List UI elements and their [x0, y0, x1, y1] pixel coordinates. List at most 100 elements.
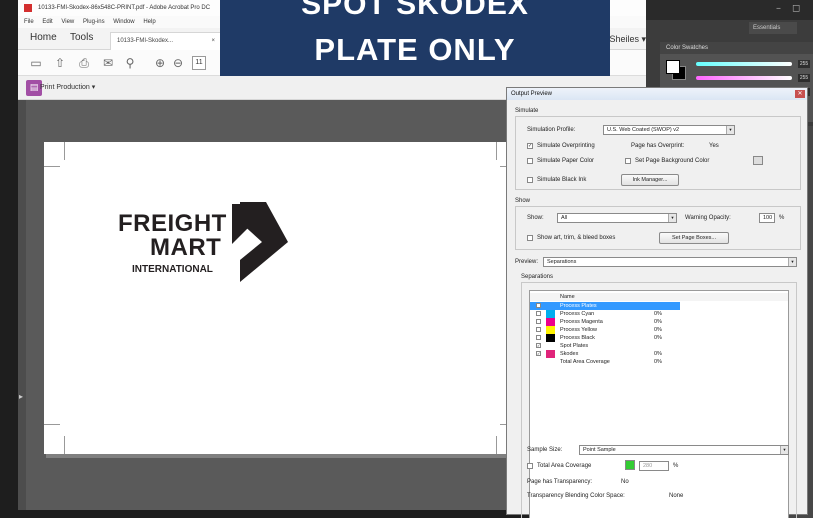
- page-has-overprint-value: Yes: [709, 143, 719, 149]
- column-header-name[interactable]: Name: [560, 293, 575, 301]
- warning-opacity-unit: %: [779, 215, 785, 221]
- page-has-transparency-label: Page has Transparency:: [527, 479, 593, 485]
- simulation-profile-value: U.S. Web Coated (SWOP) v2: [607, 127, 680, 133]
- separation-row[interactable]: Process Black 0%: [530, 334, 788, 342]
- output-preview-dialog: Output Preview ✕ Simulate Simulation Pro…: [506, 87, 808, 518]
- red-slider[interactable]: [696, 62, 792, 66]
- window-title: 10133-FMI-Skodex-86x548C-PRINT.pdf - Ado…: [38, 5, 211, 11]
- print-icon[interactable]: ⎙: [76, 55, 92, 71]
- separation-name: Spot Plates: [560, 343, 589, 349]
- separation-coverage: 0%: [654, 351, 662, 357]
- show-select[interactable]: All ▼: [557, 213, 677, 223]
- transparency-blending-label: Transparency Blending Color Space:: [527, 493, 625, 499]
- separation-checkbox[interactable]: ✓: [536, 351, 541, 356]
- simulation-profile-select[interactable]: U.S. Web Coated (SWOP) v2 ▼: [603, 125, 735, 135]
- menu-view[interactable]: View: [61, 19, 74, 25]
- separation-row[interactable]: ✓ Skodex 0%: [530, 350, 788, 358]
- separation-row[interactable]: Process Plates: [530, 302, 680, 310]
- separation-row[interactable]: Process Yellow 0%: [530, 326, 788, 334]
- menu-edit[interactable]: Edit: [42, 19, 52, 25]
- freight-mart-logo-mark: [232, 202, 288, 282]
- sample-size-select[interactable]: Point Sample ▼: [579, 445, 789, 455]
- preview-label: Preview:: [515, 259, 539, 265]
- simulate-paper-color-label: Simulate Paper Color: [537, 158, 595, 164]
- separation-row[interactable]: Process Magenta 0%: [530, 318, 788, 326]
- tab-document[interactable]: 10133-FMI-Skodex... ×: [110, 32, 222, 50]
- tab-tools[interactable]: Tools: [70, 32, 93, 43]
- green-value[interactable]: 255: [798, 74, 810, 82]
- show-boxes-checkbox[interactable]: [527, 235, 533, 241]
- color-panel-tabs[interactable]: Color Swatches: [660, 42, 813, 54]
- simulate-black-ink-checkbox[interactable]: [527, 177, 533, 183]
- page-number-field[interactable]: 11: [192, 56, 206, 70]
- separation-row[interactable]: Process Cyan 0%: [530, 310, 788, 318]
- separation-coverage: 0%: [654, 311, 662, 317]
- warning-opacity-label: Warning Opacity:: [685, 215, 731, 221]
- show-group-label: Show: [515, 198, 531, 204]
- show-boxes-label: Show art, trim, & bleed boxes: [537, 235, 616, 241]
- separation-coverage: 0%: [654, 335, 662, 341]
- user-account[interactable]: Sheiles ▾: [609, 34, 646, 45]
- ink-manager-button[interactable]: Ink Manager...: [621, 174, 679, 186]
- email-icon[interactable]: ✉: [100, 55, 116, 71]
- tab-home[interactable]: Home: [30, 32, 57, 43]
- menu-plugins[interactable]: Plug-ins: [83, 19, 105, 25]
- close-icon[interactable]: ✕: [795, 90, 805, 98]
- page-up-icon[interactable]: ⊕: [152, 55, 168, 71]
- chevron-down-icon: ▼: [788, 258, 796, 266]
- simulate-overprinting-checkbox[interactable]: ✓: [527, 143, 533, 149]
- separations-label: Separations: [521, 274, 554, 280]
- save-icon[interactable]: ▭: [28, 55, 44, 71]
- menu-window[interactable]: Window: [113, 19, 134, 25]
- warning-opacity-input[interactable]: 100: [759, 213, 775, 223]
- green-slider[interactable]: [696, 76, 792, 80]
- logo-international: INTERNATIONAL: [132, 264, 213, 275]
- separation-checkbox[interactable]: [536, 319, 541, 324]
- foreground-color-swatch[interactable]: [666, 60, 680, 74]
- skodex-swatch: [546, 350, 555, 358]
- red-value[interactable]: 255: [798, 60, 810, 68]
- page-bg-color-swatch[interactable]: [753, 156, 763, 165]
- user-name: Sheiles: [609, 34, 639, 44]
- pdf-icon: [24, 4, 32, 12]
- separation-row[interactable]: Total Area Coverage 0%: [530, 358, 788, 366]
- close-tab-icon[interactable]: ×: [211, 33, 215, 49]
- total-area-coverage-label: Total Area Coverage: [537, 463, 592, 469]
- black-swatch: [546, 334, 555, 342]
- separation-checkbox[interactable]: [536, 303, 541, 308]
- tac-value-input[interactable]: 280: [639, 461, 669, 471]
- separation-checkbox[interactable]: [536, 335, 541, 340]
- dialog-title: Output Preview: [511, 91, 553, 97]
- simulate-paper-color-checkbox[interactable]: [527, 158, 533, 164]
- chevron-down-icon: ▼: [780, 446, 788, 454]
- search-icon[interactable]: ⚲: [122, 55, 138, 71]
- crop-mark: [496, 142, 497, 160]
- banner-line-2: PLATE ONLY: [314, 32, 516, 67]
- workspace-switcher[interactable]: Essentials: [749, 22, 797, 34]
- page-down-icon[interactable]: ⊖: [170, 55, 186, 71]
- total-area-coverage-checkbox[interactable]: [527, 463, 533, 469]
- expand-arrow-icon[interactable]: ▸: [19, 392, 23, 401]
- simulate-black-ink-label: Simulate Black Ink: [537, 177, 587, 183]
- show-value: All: [561, 215, 568, 221]
- set-page-boxes-button[interactable]: Set Page Boxes...: [659, 232, 729, 244]
- upload-icon[interactable]: ⇧: [52, 55, 68, 71]
- separation-checkbox[interactable]: ✓: [536, 343, 541, 348]
- transparency-blending-value: None: [669, 493, 684, 499]
- minimize-icon[interactable]: –: [776, 3, 781, 14]
- preview-select[interactable]: Separations ▼: [543, 257, 797, 267]
- separation-row[interactable]: ✓ Spot Plates: [530, 342, 788, 350]
- chevron-down-icon: ▼: [726, 126, 734, 134]
- page-has-overprint-label: Page has Overprint:: [631, 143, 685, 149]
- screen: – ◻ Essentials Color Swatches 255 255 25…: [0, 0, 813, 518]
- set-page-bg-checkbox[interactable]: [625, 158, 631, 164]
- print-production-dropdown[interactable]: Print Production ▾: [40, 83, 95, 91]
- separation-checkbox[interactable]: [536, 327, 541, 332]
- restore-icon[interactable]: ◻: [792, 3, 800, 14]
- separation-checkbox[interactable]: [536, 311, 541, 316]
- menu-help[interactable]: Help: [143, 19, 155, 25]
- tac-color-swatch[interactable]: [625, 460, 635, 470]
- separation-name: Process Yellow: [560, 327, 597, 333]
- menu-file[interactable]: File: [24, 19, 34, 25]
- left-navigation-strip: ▸: [18, 100, 26, 510]
